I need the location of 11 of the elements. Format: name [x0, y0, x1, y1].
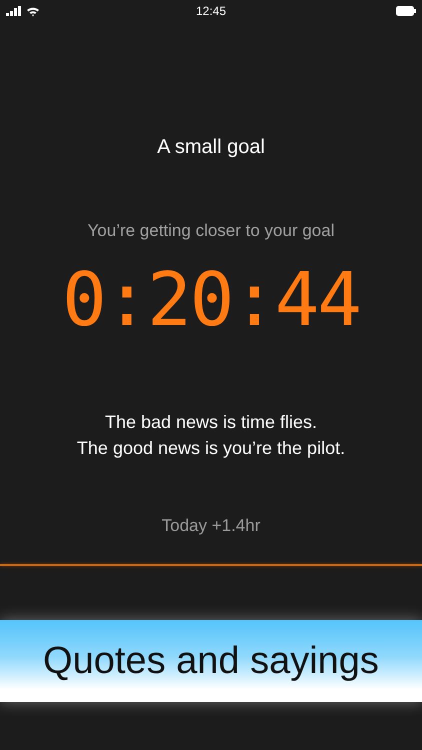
clock-time: 12:45 — [196, 4, 226, 18]
banner-caption: Quotes and sayings — [43, 640, 379, 682]
wifi-icon — [26, 6, 40, 16]
battery-icon — [396, 6, 416, 16]
quote-line: The bad news is time flies. — [104, 411, 318, 434]
elapsed-timer: 0:20:44 — [61, 263, 361, 337]
goal-title: A small goal — [156, 136, 266, 159]
quote-line: The good news is you’re the pilot. — [76, 437, 346, 460]
goal-message: You’re getting closer to your goal — [86, 221, 336, 241]
signal-icon — [6, 6, 22, 16]
today-total: Today +1.4hr — [160, 516, 262, 536]
